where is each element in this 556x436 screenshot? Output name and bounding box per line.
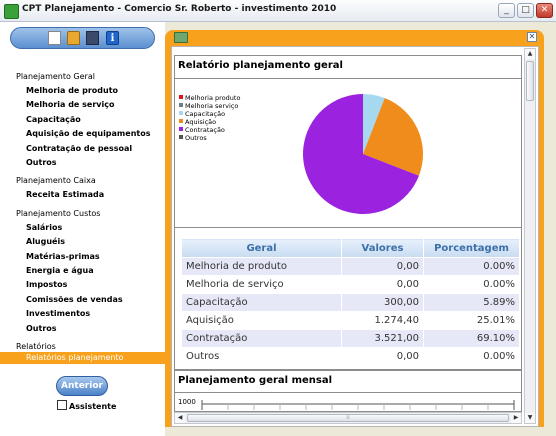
table-row[interactable]: Outros 0,00 0.00% (181, 347, 520, 366)
sidebar-item-melhoria-produto[interactable]: Melhoria de produto (26, 84, 165, 98)
legend-label: Melhoria produto (185, 94, 241, 102)
scroll-left-arrow-icon[interactable]: ◀ (175, 413, 185, 423)
sidebar-item-aquisicao-equipamentos[interactable]: Aquisição de equipamentos (26, 127, 165, 141)
table-row[interactable]: Aquisição 1.274,40 25.01% (181, 311, 520, 330)
cell-geral: Outros (181, 347, 342, 366)
table-header-row: Geral Valores Porcentagem (181, 238, 520, 258)
window-titlebar: CPT Planejamento - Comercio Sr. Roberto … (0, 0, 556, 22)
cell-porcentagem: 0.00% (423, 347, 520, 366)
sidebar-item-materias-primas[interactable]: Matérias-primas (26, 250, 165, 264)
column-header-valores[interactable]: Valores (341, 238, 424, 258)
anterior-button[interactable]: Anterior (56, 376, 108, 396)
print-icon[interactable] (174, 32, 188, 43)
monthly-chart: 1000 (178, 398, 518, 410)
cell-valor: 1.274,40 (341, 311, 424, 330)
legend-item-contratacao: Contratação (179, 126, 240, 134)
sidebar-item-outros-geral[interactable]: Outros (26, 156, 165, 170)
horizontal-scrollbar[interactable]: ◀ ⁞⁞ ▶ (174, 412, 522, 424)
legend-label: Melhoria serviço (185, 102, 239, 110)
report-panel-geral: Relatório planejamento geral Melhoria pr… (174, 55, 522, 370)
window-title: CPT Planejamento - Comercio Sr. Roberto … (22, 4, 337, 14)
cell-valor: 0,00 (341, 347, 424, 366)
assistente-checkbox[interactable]: Assistente (57, 400, 116, 411)
vertical-scrollbar[interactable]: ▲ ▼ (524, 48, 536, 424)
toolbar: i (10, 27, 155, 49)
sidebar-item-salarios[interactable]: Salários (26, 221, 165, 235)
scroll-up-arrow-icon[interactable]: ▲ (525, 49, 535, 59)
sidebar-item-melhoria-servico[interactable]: Melhoria de serviço (26, 98, 165, 112)
legend-item-capacitacao: Capacitação (179, 110, 240, 118)
scroll-right-arrow-icon[interactable]: ▶ (511, 413, 521, 423)
sidebar-item-investimentos[interactable]: Investimentos (26, 307, 165, 321)
cell-valor: 3.521,00 (341, 329, 424, 348)
report-frame: ✕ Relatório planejamento geral Melhoria … (165, 30, 544, 427)
open-folder-icon[interactable] (67, 31, 80, 45)
sidebar-item-outros-custos[interactable]: Outros (26, 322, 165, 336)
report-table: Geral Valores Porcentagem Melhoria de pr… (181, 238, 520, 366)
sidebar-item-capacitacao[interactable]: Capacitação (26, 113, 165, 127)
cell-porcentagem: 0.00% (423, 257, 520, 276)
close-report-button[interactable]: ✕ (527, 32, 537, 42)
cell-geral: Contratação (181, 329, 342, 348)
group-title-planejamento-caixa: Planejamento Caixa (16, 176, 96, 186)
sidebar-menu: Planejamento Geral Melhoria de produto M… (0, 70, 165, 354)
table-row[interactable]: Contratação 3.521,00 69.10% (181, 329, 520, 348)
legend-label: Aquisição (185, 118, 217, 126)
sidebar-item-receita-estimada[interactable]: Receita Estimada (26, 188, 165, 202)
column-header-porcentagem[interactable]: Porcentagem (423, 238, 520, 258)
close-window-button[interactable]: ✕ (536, 3, 553, 18)
report-panel-mensal: Planejamento geral mensal 1000 (174, 370, 522, 412)
cell-porcentagem: 69.10% (423, 329, 520, 348)
cell-valor: 0,00 (341, 257, 424, 276)
sidebar-item-comissoes-vendas[interactable]: Comissões de vendas (26, 293, 165, 307)
cell-geral: Melhoria de serviço (181, 275, 342, 294)
cell-geral: Aquisição (181, 311, 342, 330)
table-row[interactable]: Capacitação 300,00 5.89% (181, 293, 520, 312)
table-row[interactable]: Melhoria de produto 0,00 0.00% (181, 257, 520, 276)
sidebar: i Planejamento Geral Melhoria de produto… (0, 22, 165, 436)
minimize-button[interactable]: _ (498, 3, 515, 18)
sidebar-item-impostos[interactable]: Impostos (26, 278, 165, 292)
legend-item-aquisicao: Aquisição (179, 118, 240, 126)
report-title: Relatório planejamento geral (178, 60, 343, 71)
vertical-scroll-thumb[interactable] (526, 61, 534, 101)
legend-label: Contratação (185, 126, 225, 134)
pie-chart (303, 94, 424, 214)
report-scroll-area[interactable]: Relatório planejamento geral Melhoria pr… (171, 46, 539, 427)
column-header-geral[interactable]: Geral (181, 238, 342, 258)
cell-valor: 300,00 (341, 293, 424, 312)
maximize-button[interactable]: □ (517, 3, 534, 18)
scroll-down-arrow-icon[interactable]: ▼ (525, 413, 535, 423)
cell-porcentagem: 25.01% (423, 311, 520, 330)
monthly-title: Planejamento geral mensal (178, 375, 333, 386)
table-row[interactable]: Melhoria de serviço 0,00 0.00% (181, 275, 520, 294)
group-title-planejamento-custos: Planejamento Custos (16, 208, 101, 218)
assistente-label: Assistente (69, 402, 117, 411)
legend-item-melhoria-produto: Melhoria produto (179, 94, 240, 102)
monthly-chart-grid (201, 400, 515, 410)
cell-porcentagem: 5.89% (423, 293, 520, 312)
chart-legend: Melhoria produto Melhoria serviço Capaci… (179, 94, 240, 142)
sidebar-item-energia-agua[interactable]: Energia e água (26, 264, 165, 278)
legend-label: Capacitação (185, 110, 226, 118)
cell-valor: 0,00 (341, 275, 424, 294)
legend-item-melhoria-servico: Melhoria serviço (179, 102, 240, 110)
sidebar-item-contratacao-pessoal[interactable]: Contratação de pessoal (26, 142, 165, 156)
sidebar-item-alugueis[interactable]: Aluguéis (26, 235, 165, 249)
sidebar-item-relatorios-planejamento[interactable]: Relatórios planejamento (0, 352, 165, 364)
checkbox-box[interactable] (57, 400, 67, 410)
horizontal-scroll-thumb[interactable]: ⁞⁞ (187, 414, 509, 422)
group-title-planejamento-geral: Planejamento Geral (16, 72, 95, 81)
save-icon[interactable] (86, 31, 99, 45)
app-icon (4, 4, 19, 19)
legend-label: Outros (185, 134, 207, 142)
legend-item-outros: Outros (179, 134, 240, 142)
new-file-icon[interactable] (48, 31, 61, 45)
cell-geral: Capacitação (181, 293, 342, 312)
info-icon[interactable]: i (106, 31, 119, 45)
cell-geral: Melhoria de produto (181, 257, 342, 276)
cell-porcentagem: 0.00% (423, 275, 520, 294)
